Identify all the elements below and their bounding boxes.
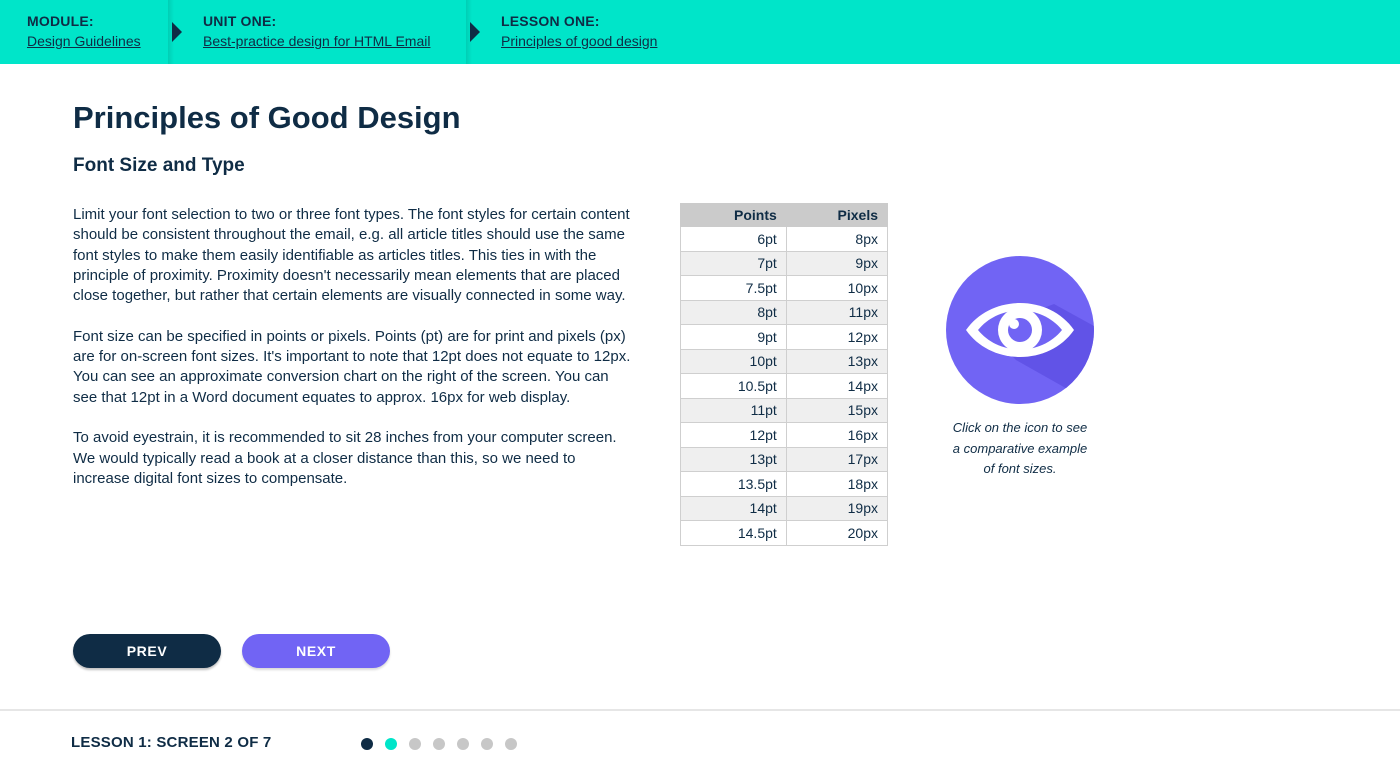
progress-dot[interactable]: [361, 738, 373, 750]
table-row: 9pt 12px: [680, 324, 889, 350]
pixels-cell: 15px: [785, 397, 889, 423]
points-cell: 14.5pt: [680, 520, 787, 546]
paragraph: Limit your font selection to two or thre…: [73, 206, 630, 305]
points-cell: 11pt: [680, 397, 787, 423]
pixels-cell: 14px: [785, 373, 889, 399]
points-cell: 7pt: [680, 250, 787, 276]
breadcrumb-unit-link[interactable]: Best-practice design for HTML Email: [203, 33, 470, 49]
pixels-cell: 12px: [785, 324, 889, 350]
pixels-cell: 9px: [785, 250, 889, 276]
breadcrumb-module-link[interactable]: Design Guidelines: [27, 33, 172, 49]
breadcrumb-lesson-label: LESSON ONE:: [501, 13, 600, 29]
pixels-cell: 8px: [785, 226, 889, 252]
screen-progress-dots: [361, 738, 517, 750]
points-cell: 8pt: [680, 299, 787, 325]
table-row: 11pt 15px: [680, 397, 889, 423]
breadcrumb-unit: UNIT ONE: Best-practice design for HTML …: [172, 0, 480, 64]
points-cell: 7.5pt: [680, 275, 787, 301]
icon-caption: Click on the icon to see a comparative e…: [940, 418, 1100, 480]
table-row: 14pt 19px: [680, 495, 889, 521]
points-pixels-table: Points Pixels 6pt 8px 7pt 9px 7.5pt 10px 8pt 11…: [680, 203, 889, 546]
pixels-cell: 10px: [785, 275, 889, 301]
progress-dot[interactable]: [457, 738, 469, 750]
chevron-right-icon: [172, 22, 182, 42]
pixels-cell: 16px: [785, 422, 889, 448]
column-header-pixels: Pixels: [785, 203, 889, 227]
section-subtitle: Font Size and Type: [73, 155, 245, 176]
table-row: 12pt 16px: [680, 422, 889, 448]
progress-dot[interactable]: [505, 738, 517, 750]
pixels-cell: 20px: [785, 520, 889, 546]
table-row: 10pt 13px: [680, 348, 889, 374]
table-row: 10.5pt 14px: [680, 373, 889, 399]
points-cell: 9pt: [680, 324, 787, 350]
prev-button[interactable]: PREV: [73, 634, 221, 668]
eye-icon: [966, 303, 1094, 404]
column-header-points: Points: [680, 203, 787, 227]
breadcrumb-lesson-link[interactable]: Principles of good design: [501, 33, 770, 49]
pixels-cell: 19px: [785, 495, 889, 521]
progress-dot[interactable]: [385, 738, 397, 750]
progress-dot[interactable]: [409, 738, 421, 750]
pixels-cell: 11px: [785, 299, 889, 325]
footer-divider: [0, 709, 1400, 711]
page-title: Principles of Good Design: [73, 100, 461, 135]
table-row: 14.5pt 20px: [680, 520, 889, 546]
lesson-body: Limit your font selection to two or thre…: [73, 205, 633, 509]
caption-line: Click on the icon to see: [952, 420, 1088, 435]
caption-line: a comparative example: [952, 440, 1088, 456]
table-row: 8pt 11px: [680, 299, 889, 325]
progress-dot[interactable]: [433, 738, 445, 750]
breadcrumb-module: MODULE: Design Guidelines: [0, 0, 182, 64]
breadcrumb-unit-label: UNIT ONE:: [203, 13, 277, 29]
points-cell: 13pt: [680, 446, 787, 472]
table-header-row: Points Pixels: [680, 203, 889, 227]
table-body: 6pt 8px 7pt 9px 7.5pt 10px 8pt 11px 9pt 12px 10pt 1…: [680, 226, 889, 546]
table-row: 13.5pt 18px: [680, 471, 889, 497]
progress-dot[interactable]: [481, 738, 493, 750]
points-cell: 10.5pt: [680, 373, 787, 399]
breadcrumb: MODULE: Design Guidelines UNIT ONE: Best…: [0, 0, 1400, 64]
points-cell: 10pt: [680, 348, 787, 374]
table-row: 13pt 17px: [680, 446, 889, 472]
caption-line: of font sizes.: [983, 461, 1057, 476]
points-cell: 14pt: [680, 495, 787, 521]
paragraph: Font size can be specified in points or …: [73, 327, 631, 406]
breadcrumb-module-label: MODULE:: [27, 13, 94, 29]
table-row: 6pt 8px: [680, 226, 889, 252]
pixels-cell: 18px: [785, 471, 889, 497]
breadcrumb-lesson: LESSON ONE: Principles of good design: [470, 0, 770, 64]
lesson-progress-label: LESSON 1: SCREEN 2 OF 7: [71, 734, 272, 751]
points-cell: 13.5pt: [680, 471, 787, 497]
points-cell: 12pt: [680, 422, 787, 448]
table-row: 7.5pt 10px: [680, 275, 889, 301]
table-row: 7pt 9px: [680, 250, 889, 276]
next-button[interactable]: NEXT: [242, 634, 390, 668]
pixels-cell: 17px: [785, 446, 889, 472]
chevron-right-icon: [470, 22, 480, 42]
font-size-example-button[interactable]: [946, 256, 1094, 404]
points-cell: 6pt: [680, 226, 787, 252]
paragraph: To avoid eyestrain, it is recommended to…: [73, 429, 617, 487]
pixels-cell: 13px: [785, 348, 889, 374]
